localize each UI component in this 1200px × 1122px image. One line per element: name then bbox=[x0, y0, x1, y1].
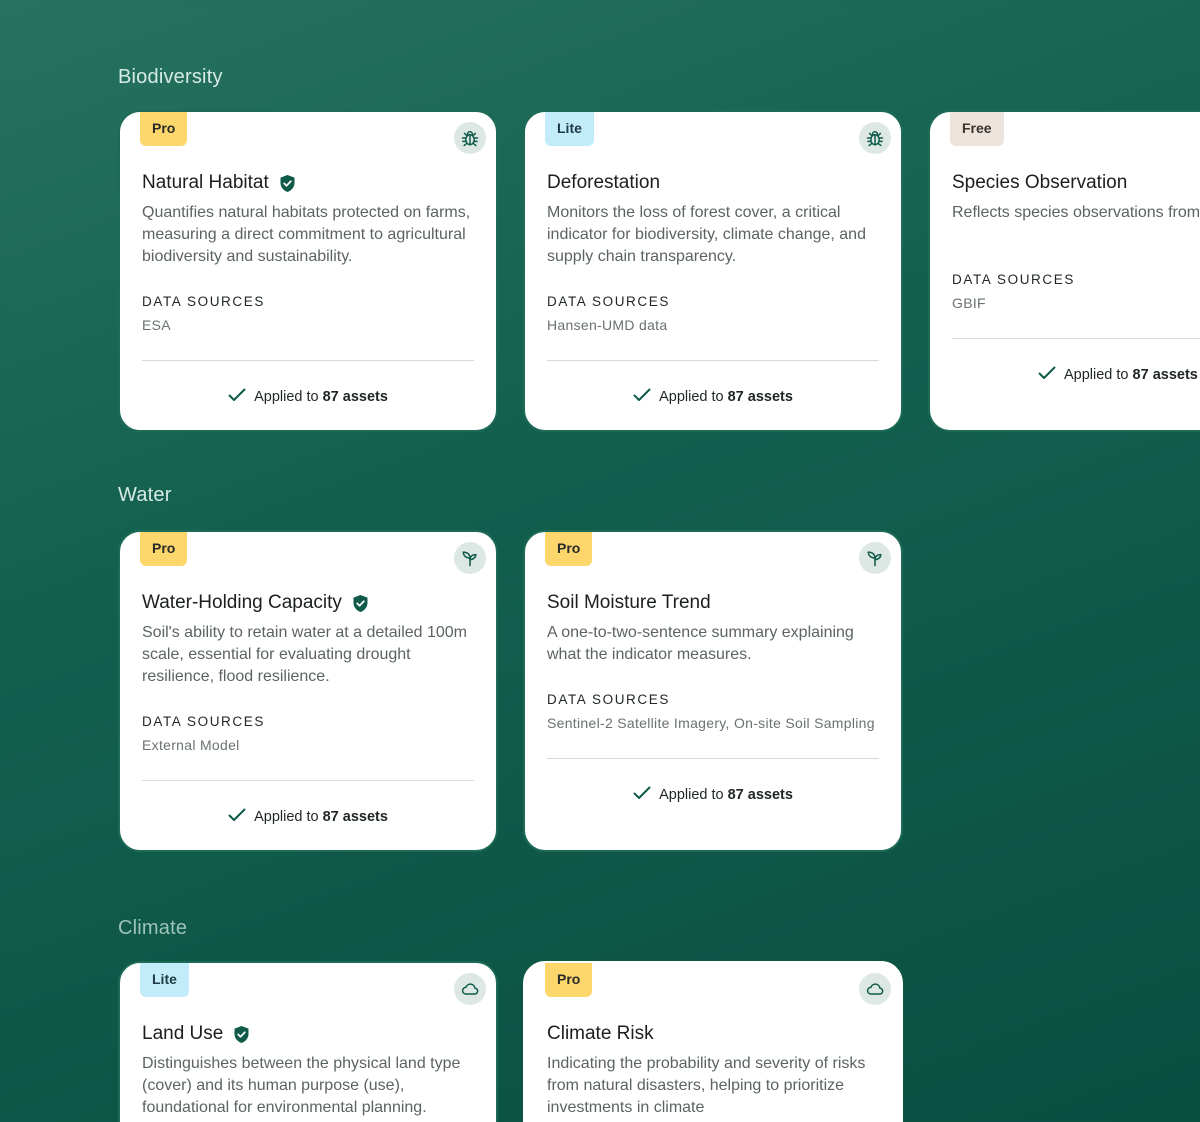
verified-shield-icon bbox=[352, 594, 369, 613]
data-sources-value: Hansen-UMD data bbox=[547, 317, 668, 333]
indicator-card-soil-moisture-trend[interactable]: Pro Soil Moisture Trend A one-to-two-sen… bbox=[523, 530, 903, 852]
check-icon bbox=[1038, 366, 1056, 384]
card-title: Land Use bbox=[142, 1023, 250, 1045]
card-description: Distinguishes between the physical land … bbox=[142, 1055, 461, 1116]
card-description: Monitors the loss of forest cover, a cri… bbox=[547, 204, 866, 265]
divider bbox=[952, 338, 1200, 339]
applied-status: Applied to 87 assets bbox=[1038, 366, 1200, 384]
card-description: Soil's ability to retain water at a deta… bbox=[142, 624, 468, 685]
data-sources-value: Sentinel-2 Satellite Imagery, On-site So… bbox=[547, 715, 875, 731]
tier-badge: Pro bbox=[140, 112, 188, 146]
section-title-biodiversity: Biodiversity bbox=[118, 66, 223, 88]
data-sources-label: DATA SOURCES bbox=[142, 714, 265, 729]
check-icon bbox=[633, 388, 651, 406]
tier-badge: Pro bbox=[140, 532, 188, 566]
applied-status: Applied to 87 assets bbox=[525, 388, 901, 406]
sprout-icon bbox=[859, 542, 891, 574]
data-sources-label: DATA SOURCES bbox=[142, 294, 265, 309]
indicator-card-species-observation[interactable]: Free Species Observation Reflects specie… bbox=[928, 110, 1200, 432]
card-title: Species Observation bbox=[952, 172, 1128, 193]
divider bbox=[142, 360, 474, 361]
applied-status: Applied to 87 assets bbox=[120, 388, 496, 406]
card-description: Quantifies natural habitats protected on… bbox=[142, 204, 471, 265]
verified-shield-icon bbox=[233, 1025, 250, 1044]
applied-status: Applied to 87 assets bbox=[525, 786, 901, 804]
data-sources-label: DATA SOURCES bbox=[547, 692, 670, 707]
card-title: Natural Habitat bbox=[142, 172, 296, 194]
divider bbox=[547, 758, 879, 759]
applied-status: Applied to 87 assets bbox=[120, 808, 496, 826]
card-description: A one-to-two-sentence summary explaining… bbox=[547, 624, 854, 663]
data-sources-value: GBIF bbox=[952, 295, 986, 311]
check-icon bbox=[228, 808, 246, 826]
card-title: Soil Moisture Trend bbox=[547, 592, 711, 613]
tier-badge: Free bbox=[950, 112, 1004, 146]
bug-icon bbox=[454, 122, 486, 154]
tier-badge: Pro bbox=[545, 532, 593, 566]
cloud-icon bbox=[454, 973, 486, 1005]
card-title: Deforestation bbox=[547, 172, 661, 193]
tier-badge: Lite bbox=[140, 963, 189, 997]
tier-badge: Pro bbox=[545, 963, 593, 997]
card-description: Indicating the probability and severity … bbox=[547, 1055, 866, 1116]
data-sources-label: DATA SOURCES bbox=[952, 272, 1075, 287]
section-title-water: Water bbox=[118, 484, 172, 506]
bug-icon bbox=[859, 122, 891, 154]
verified-shield-icon bbox=[279, 174, 296, 193]
divider bbox=[547, 360, 879, 361]
check-icon bbox=[633, 786, 651, 804]
cloud-icon bbox=[859, 973, 891, 1005]
tier-badge: Lite bbox=[545, 112, 594, 146]
indicator-card-natural-habitat[interactable]: Pro Natural Habitat Quantifies natural h… bbox=[118, 110, 498, 432]
indicator-card-deforestation[interactable]: Lite Deforestation Monitors the loss of … bbox=[523, 110, 903, 432]
data-sources-value: ESA bbox=[142, 317, 171, 333]
card-title: Water-Holding Capacity bbox=[142, 592, 369, 614]
divider bbox=[142, 780, 474, 781]
card-title: Climate Risk bbox=[547, 1023, 654, 1044]
card-description: Reflects species observations from data … bbox=[952, 204, 1200, 221]
section-title-climate: Climate bbox=[118, 917, 188, 939]
indicator-card-water-holding-capacity[interactable]: Pro Water-Holding Capacity Soil's abilit… bbox=[118, 530, 498, 852]
indicator-card-land-use[interactable]: Lite Land Use Distinguishes between the … bbox=[118, 961, 498, 1122]
data-sources-label: DATA SOURCES bbox=[547, 294, 670, 309]
check-icon bbox=[228, 388, 246, 406]
sprout-icon bbox=[454, 542, 486, 574]
data-sources-value: External Model bbox=[142, 737, 240, 753]
indicator-card-climate-risk[interactable]: Pro Climate Risk Indicating the probabil… bbox=[523, 961, 903, 1122]
